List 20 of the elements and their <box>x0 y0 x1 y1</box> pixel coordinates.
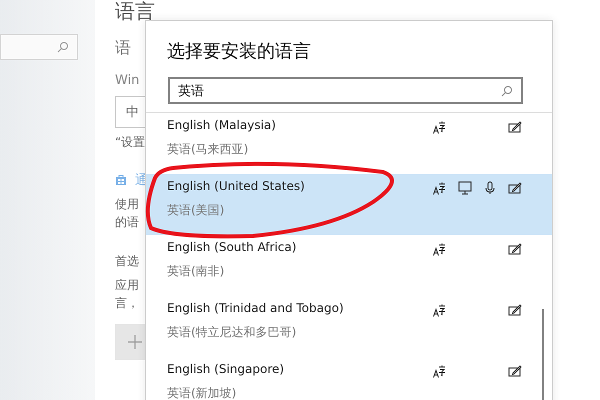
language-list-item[interactable]: English (South Africa) 英语(南非) <box>146 235 552 296</box>
section-heading: 语 <box>115 38 131 59</box>
description-text: 使用 的语 <box>115 196 139 231</box>
scrollbar[interactable] <box>542 309 544 400</box>
language-list-item[interactable]: English (Singapore) 英语(新加坡) <box>146 357 552 400</box>
windows-label: Win <box>115 73 140 88</box>
language-list-item[interactable]: English (United States) 英语(美国) <box>146 174 552 235</box>
search-icon <box>501 84 513 96</box>
preferred-description: 应用 言， <box>115 277 139 312</box>
dialog-title: 选择要安装的语言 <box>167 40 312 63</box>
preferred-heading: 首选 <box>115 253 139 270</box>
store-icon <box>115 174 127 186</box>
page-title: 语言 <box>115 0 155 22</box>
search-field[interactable] <box>0 34 78 60</box>
plus-icon <box>128 335 142 349</box>
settings-note: “设置 <box>115 134 146 151</box>
language-search-field[interactable]: 英语 <box>168 77 523 104</box>
search-icon <box>57 41 69 53</box>
language-list-item[interactable]: English (Trinidad and Tobago) 英语(特立尼达和多巴哥) <box>146 296 552 357</box>
language-list-item[interactable]: English (Malaysia) 英语(马来西亚) <box>146 113 552 174</box>
